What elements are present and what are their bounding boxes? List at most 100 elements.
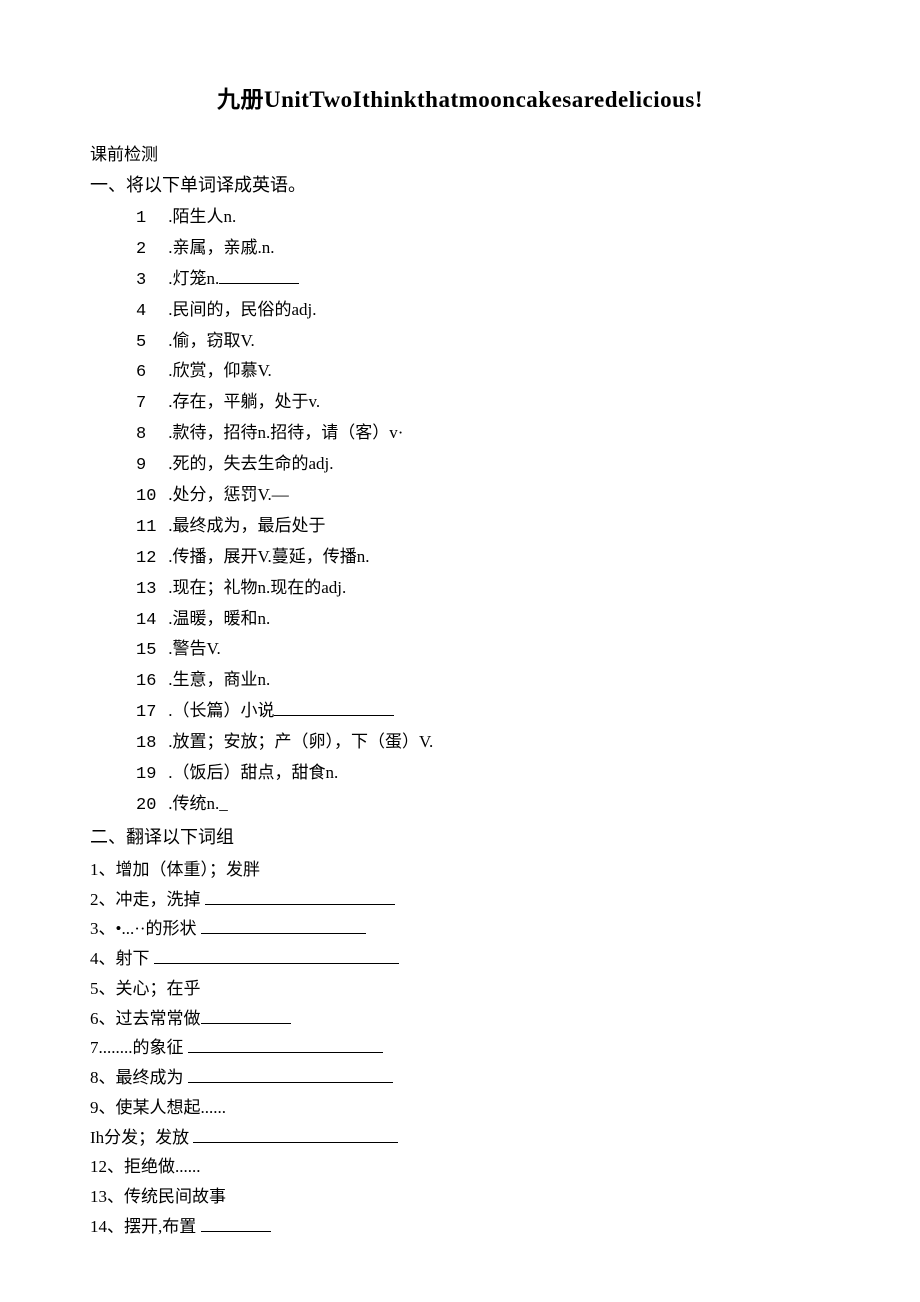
list-item: 1、增加（体重）；发胖 bbox=[90, 855, 830, 885]
list-item: 15 .警告V. bbox=[136, 635, 830, 666]
list-item: 19 .（饭后）甜点，甜食n. bbox=[136, 759, 830, 790]
section2-list: 1、增加（体重）；发胖 2、冲走，洗掉 3、•...··的形状 4、射下 5、关心… bbox=[90, 855, 830, 1242]
item-text: 3、•...··的形状 bbox=[90, 919, 201, 938]
item-text: .生意，商业n. bbox=[168, 670, 270, 689]
item-number: 1 bbox=[136, 205, 158, 234]
item-text: .（饭后）甜点，甜食n. bbox=[168, 763, 338, 782]
item-text: .死的，失去生命的adj. bbox=[168, 454, 333, 473]
item-number: 2 bbox=[136, 236, 158, 265]
item-number: 12 bbox=[136, 545, 158, 574]
item-number: 6 bbox=[136, 359, 158, 388]
list-item: 12 .传播，展开V.蔓延，传播n. bbox=[136, 543, 830, 574]
answer-blank bbox=[188, 1067, 393, 1083]
list-item: 13 .现在；礼物n.现在的adj. bbox=[136, 574, 830, 605]
item-text: 13、传统民间故事 bbox=[90, 1187, 226, 1206]
list-item: 13、传统民间故事 bbox=[90, 1182, 830, 1212]
item-text: .最终成为，最后处于 bbox=[168, 516, 325, 535]
item-number: 16 bbox=[136, 668, 158, 697]
answer-blank bbox=[205, 888, 395, 904]
item-text: .警告V. bbox=[168, 639, 221, 658]
answer-blank bbox=[201, 1007, 291, 1023]
item-text: .亲属，亲戚.n. bbox=[168, 238, 274, 257]
worksheet-page: 九册UnitTwoIthinkthatmooncakesaredelicious… bbox=[0, 0, 920, 1302]
item-text: .民间的，民俗的adj. bbox=[168, 300, 316, 319]
list-item: 9、使某人想起...... bbox=[90, 1093, 830, 1123]
item-number: 17 bbox=[136, 699, 158, 728]
item-number: 8 bbox=[136, 421, 158, 450]
item-text: .放置；安放；产（卵），下（蛋）V. bbox=[168, 732, 433, 751]
list-item: 9 .死的，失去生命的adj. bbox=[136, 450, 830, 481]
list-item: 17 .（长篇）小说 bbox=[136, 697, 830, 728]
pretest-label: 课前检测 bbox=[90, 140, 830, 165]
item-number: 13 bbox=[136, 576, 158, 605]
list-item: 14 .温暖，暖和n. bbox=[136, 605, 830, 636]
list-item: 12、拒绝做...... bbox=[90, 1152, 830, 1182]
answer-blank bbox=[193, 1126, 398, 1142]
item-text: .（长篇）小说 bbox=[168, 701, 274, 720]
answer-blank bbox=[154, 948, 399, 964]
item-text: 8、最终成为 bbox=[90, 1068, 188, 1087]
item-text: 9、使某人想起...... bbox=[90, 1098, 226, 1117]
list-item: 5、关心；在乎 bbox=[90, 974, 830, 1004]
item-text: .传播，展开V.蔓延，传播n. bbox=[168, 547, 369, 566]
item-text: 14、摆开,布置 bbox=[90, 1217, 201, 1236]
list-item: 2 .亲属，亲戚.n. bbox=[136, 234, 830, 265]
item-number: 11 bbox=[136, 514, 158, 543]
item-text: .陌生人n. bbox=[168, 207, 236, 226]
list-item: 3 .灯笼n. bbox=[136, 265, 830, 296]
item-number: 18 bbox=[136, 730, 158, 759]
list-item: 11 .最终成为，最后处于 bbox=[136, 512, 830, 543]
list-item: 3、•...··的形状 bbox=[90, 914, 830, 944]
item-text: 1、增加（体重）；发胖 bbox=[90, 860, 260, 879]
answer-blank bbox=[219, 267, 299, 283]
item-text: 7........的象征 bbox=[90, 1038, 188, 1057]
section2-heading: 二、翻译以下词组 bbox=[90, 823, 830, 849]
item-text: .传统n._ bbox=[168, 794, 228, 813]
item-number: 14 bbox=[136, 607, 158, 636]
item-text: 2、冲走，洗掉 bbox=[90, 890, 205, 909]
item-number: 5 bbox=[136, 329, 158, 358]
item-text: Ih分发；发放 bbox=[90, 1128, 193, 1147]
list-item: 2、冲走，洗掉 bbox=[90, 885, 830, 915]
section1-list: 1 .陌生人n.2 .亲属，亲戚.n.3 .灯笼n.4 .民间的，民俗的adj.… bbox=[90, 203, 830, 821]
answer-blank bbox=[201, 918, 366, 934]
item-number: 7 bbox=[136, 390, 158, 419]
list-item: 7........的象征 bbox=[90, 1033, 830, 1063]
list-item: 14、摆开,布置 bbox=[90, 1212, 830, 1242]
item-number: 15 bbox=[136, 637, 158, 666]
list-item: 1 .陌生人n. bbox=[136, 203, 830, 234]
item-text: .灯笼n. bbox=[168, 269, 219, 288]
item-number: 4 bbox=[136, 298, 158, 327]
list-item: 6 .欣赏，仰慕V. bbox=[136, 357, 830, 388]
item-text: 12、拒绝做...... bbox=[90, 1157, 201, 1176]
item-text: .款待，招待n.招待，请（客）v· bbox=[168, 423, 403, 442]
list-item: 10 .处分，惩罚V.— bbox=[136, 481, 830, 512]
list-item: 20 .传统n._ bbox=[136, 790, 830, 821]
list-item: 16 .生意，商业n. bbox=[136, 666, 830, 697]
item-text: 6、过去常常做 bbox=[90, 1009, 201, 1028]
item-text: .存在，平躺，处于v. bbox=[168, 392, 320, 411]
item-number: 3 bbox=[136, 267, 158, 296]
answer-blank bbox=[274, 700, 394, 716]
page-title: 九册UnitTwoIthinkthatmooncakesaredelicious… bbox=[90, 80, 830, 114]
list-item: 18 .放置；安放；产（卵），下（蛋）V. bbox=[136, 728, 830, 759]
item-text: 5、关心；在乎 bbox=[90, 979, 201, 998]
item-number: 9 bbox=[136, 452, 158, 481]
item-number: 19 bbox=[136, 761, 158, 790]
item-text: .温暖，暖和n. bbox=[168, 609, 270, 628]
item-text: .现在；礼物n.现在的adj. bbox=[168, 578, 346, 597]
list-item: 8 .款待，招待n.招待，请（客）v· bbox=[136, 419, 830, 450]
answer-blank bbox=[188, 1037, 383, 1053]
item-text: 4、射下 bbox=[90, 949, 154, 968]
item-number: 10 bbox=[136, 483, 158, 512]
item-text: .欣赏，仰慕V. bbox=[168, 361, 272, 380]
answer-blank bbox=[201, 1216, 271, 1232]
section1-heading: 一、将以下单词译成英语。 bbox=[90, 171, 830, 197]
list-item: 7 .存在，平躺，处于v. bbox=[136, 388, 830, 419]
list-item: 4 .民间的，民俗的adj. bbox=[136, 296, 830, 327]
item-text: .处分，惩罚V.— bbox=[168, 485, 289, 504]
list-item: 4、射下 bbox=[90, 944, 830, 974]
item-number: 20 bbox=[136, 792, 158, 821]
list-item: 6、过去常常做 bbox=[90, 1004, 830, 1034]
list-item: 8、最终成为 bbox=[90, 1063, 830, 1093]
